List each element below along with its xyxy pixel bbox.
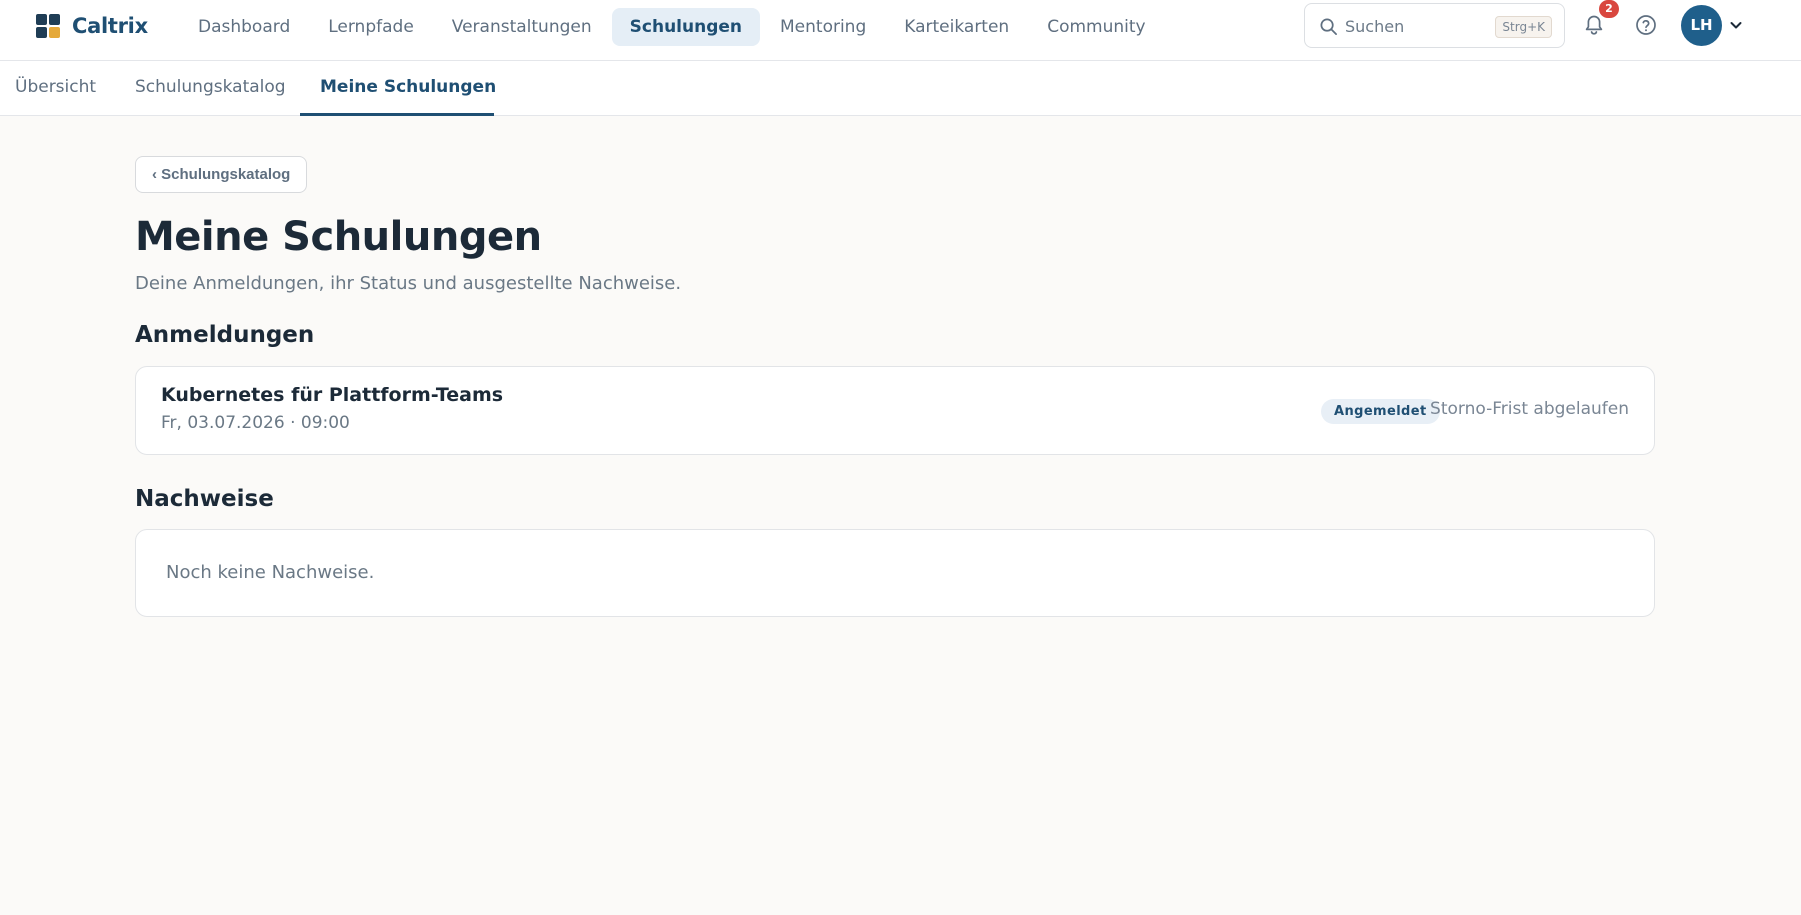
proofs-heading: Nachweise — [135, 486, 274, 512]
nav-item-community[interactable]: Community — [1029, 8, 1163, 46]
help-circle-icon[interactable] — [1632, 11, 1660, 39]
logo-mark-icon — [36, 14, 60, 38]
top-bar: Caltrix Dashboard Lernpfade Veranstaltun… — [0, 0, 1801, 61]
active-tab-indicator — [300, 113, 494, 116]
cancellation-note: Storno-Frist abgelaufen — [1430, 399, 1629, 419]
nav-item-schulungen[interactable]: Schulungen — [611, 8, 760, 46]
course-title: Kubernetes für Plattform-Teams — [161, 384, 504, 406]
search-shortcut-hint: Strg+K — [1495, 16, 1552, 38]
nav-item-karteikarten[interactable]: Karteikarten — [886, 8, 1027, 46]
nav-item-veranstaltungen[interactable]: Veranstaltungen — [434, 8, 610, 46]
nav-item-lernpfade[interactable]: Lernpfade — [310, 8, 432, 46]
tab-schulungskatalog[interactable]: Schulungskatalog — [135, 61, 286, 116]
notification-count-badge: 2 — [1599, 0, 1619, 18]
page-title: Meine Schulungen — [135, 214, 542, 260]
tab-meine-schulungen[interactable]: Meine Schulungen — [320, 61, 496, 116]
search-box[interactable]: Strg+K — [1304, 3, 1565, 48]
page-subtitle: Deine Anmeldungen, ihr Status und ausges… — [135, 273, 682, 294]
search-icon — [1320, 18, 1337, 35]
tab-uebersicht[interactable]: Übersicht — [15, 61, 96, 116]
course-date: Fr, 03.07.2026 · 09:00 — [161, 413, 350, 433]
proofs-card: Noch keine Nachweise. — [135, 529, 1655, 617]
nav-item-dashboard[interactable]: Dashboard — [180, 8, 308, 46]
registration-card[interactable]: Kubernetes für Plattform-Teams Fr, 03.07… — [135, 366, 1655, 455]
chevron-down-icon[interactable] — [1727, 16, 1745, 34]
brand-logo[interactable]: Caltrix — [36, 14, 148, 38]
proofs-empty-text: Noch keine Nachweise. — [166, 562, 375, 583]
user-avatar[interactable]: LH — [1681, 5, 1722, 46]
main-nav: Dashboard Lernpfade Veranstaltungen Schu… — [180, 8, 1166, 46]
sub-tabs: Übersicht Schulungskatalog Meine Schulun… — [0, 61, 1801, 116]
search-input[interactable] — [1345, 12, 1485, 40]
registrations-heading: Anmeldungen — [135, 322, 315, 348]
brand-name: Caltrix — [72, 14, 148, 38]
back-to-catalog-button[interactable]: ‹ Schulungskatalog — [135, 156, 308, 193]
status-badge: Angemeldet — [1321, 399, 1440, 424]
nav-item-mentoring[interactable]: Mentoring — [762, 8, 884, 46]
